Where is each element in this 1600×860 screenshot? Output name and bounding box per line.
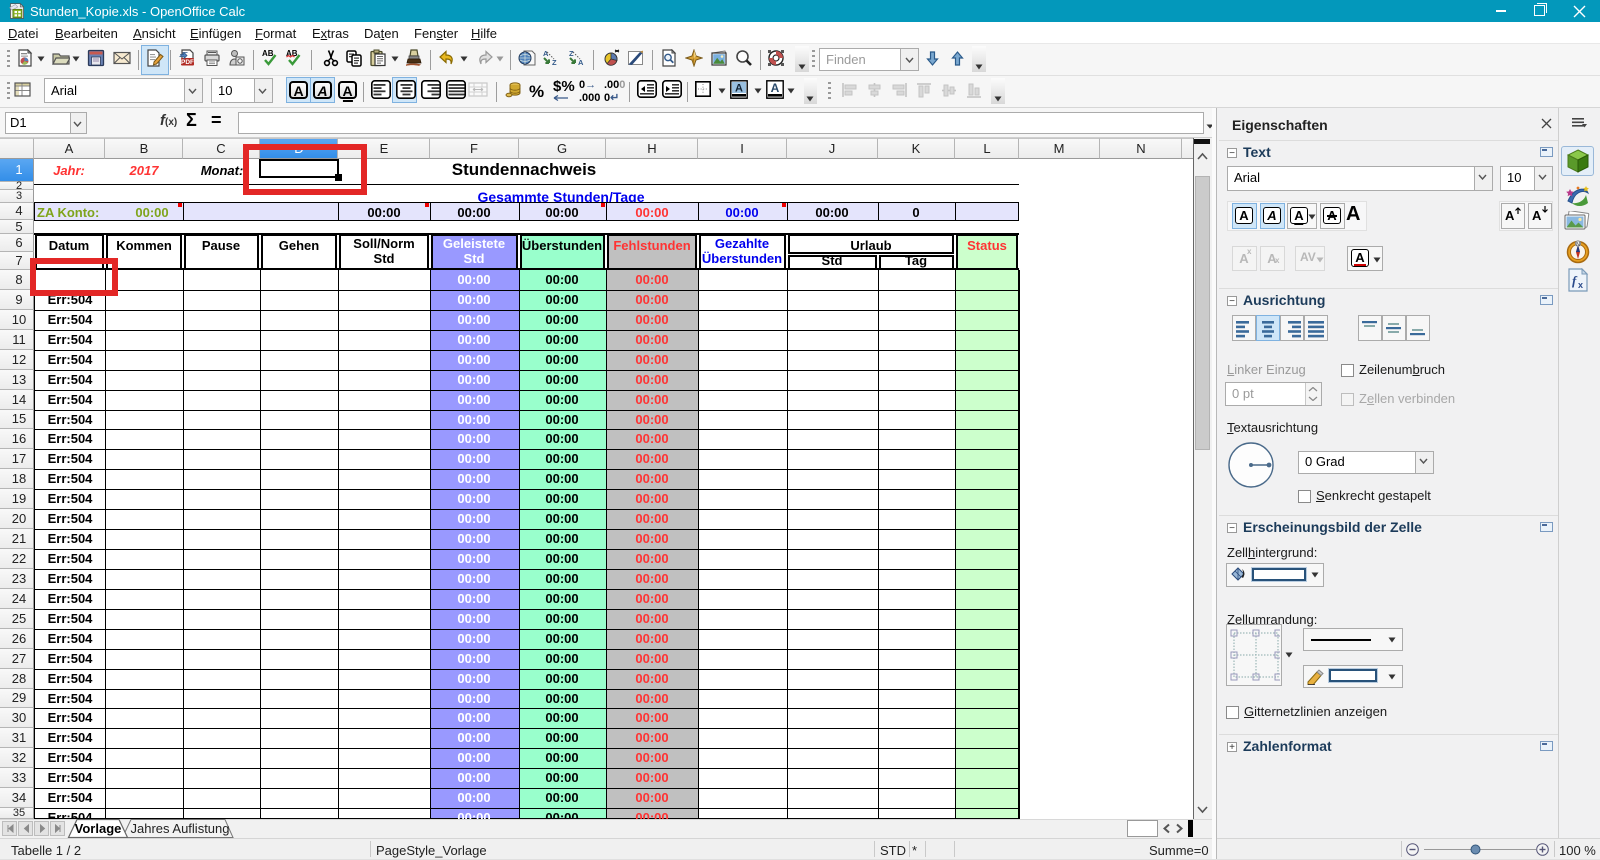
svg-text:AB: AB (262, 49, 274, 58)
svg-text:A: A (735, 83, 743, 95)
svg-text:A: A (771, 81, 780, 95)
svg-text:A: A (543, 49, 549, 58)
svg-text:PDF: PDF (181, 59, 194, 66)
svg-text:Z: Z (552, 58, 557, 67)
svg-text:A: A (578, 58, 584, 67)
svg-text:Z: Z (569, 49, 574, 58)
svg-text:x: x (1578, 280, 1583, 290)
svg-text:N: N (1576, 242, 1580, 248)
